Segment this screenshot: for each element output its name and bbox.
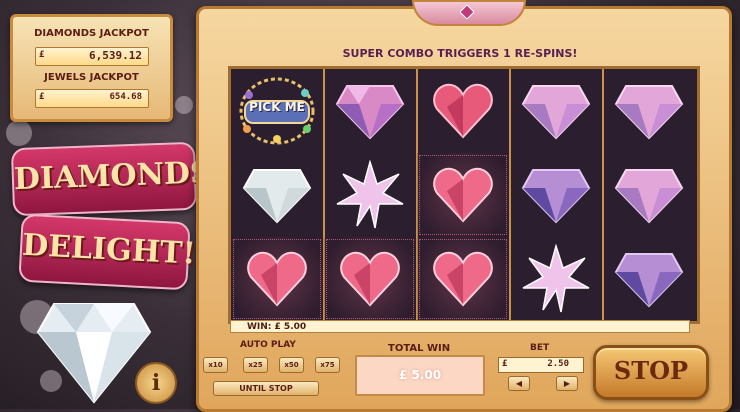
pink-diamond-icon <box>614 85 684 140</box>
reel-cell <box>510 237 602 321</box>
currency-symbol: £ <box>502 359 508 369</box>
purple-diamond-icon <box>614 253 684 308</box>
background-sparkle <box>175 96 193 114</box>
crown-gem-icon <box>460 5 474 19</box>
reel-cell <box>603 69 695 153</box>
bet-value: 2.50 <box>547 359 569 369</box>
logo-title-line1: DIAMONDS <box>13 155 213 198</box>
autoplay-x75-button[interactable]: x75 <box>315 357 340 373</box>
reel-cell-winning <box>231 237 323 321</box>
large-diamond-icon <box>36 303 152 404</box>
pink-diamond-icon <box>614 169 684 224</box>
red-heart-gem-icon <box>433 251 493 307</box>
total-win-value: £ 5.00 <box>355 355 485 396</box>
reel-cell <box>417 69 509 153</box>
purple-diamond-icon <box>521 169 591 224</box>
reel-cell <box>510 69 602 153</box>
autoplay-until-stop-button[interactable]: UNTIL STOP <box>213 381 319 396</box>
reel-cell <box>603 237 695 321</box>
pink-diamond-icon <box>521 85 591 140</box>
reel-cell <box>510 153 602 237</box>
reel-cell <box>324 69 416 153</box>
jackpot-panel: DIAMONDS JACKPOT £ 6,539.12 JEWELS JACKP… <box>10 14 173 122</box>
bet-decrease-button[interactable]: ◀ <box>508 376 530 391</box>
chevron-right-icon: ▶ <box>563 379 571 388</box>
currency-symbol: £ <box>39 92 45 102</box>
reels-grid: PICK ME <box>228 66 700 324</box>
red-heart-gem-icon <box>247 251 307 307</box>
info-button[interactable]: i <box>135 362 177 404</box>
reel-cell <box>603 153 695 237</box>
background-sparkle <box>6 120 32 146</box>
pick-me-label: PICK ME <box>249 100 305 114</box>
jewels-jackpot-label: JEWELS JACKPOT <box>44 72 139 83</box>
chevron-left-icon: ◀ <box>515 379 523 388</box>
logo-ribbon-top: DIAMONDS <box>10 141 213 217</box>
logo-title-line2: DELIGHT! <box>21 227 197 272</box>
diamonds-jackpot-label: DIAMONDS JACKPOT <box>34 28 149 39</box>
red-heart-gem-icon <box>433 83 493 139</box>
reel-cell <box>231 153 323 237</box>
autoplay-label: AUTO PLAY <box>240 340 296 350</box>
diamonds-jackpot-value-box: £ 6,539.12 <box>35 47 149 66</box>
star-gem-icon <box>522 244 590 313</box>
reel-cell-pick-me[interactable]: PICK ME <box>231 69 323 153</box>
star-gem-icon <box>336 160 404 229</box>
promo-banner: SUPER COMBO TRIGGERS 1 RE-SPINS! <box>342 47 578 60</box>
frame-crown-ornament <box>412 0 526 26</box>
jewels-jackpot-value-box: £ 654.68 <box>35 89 149 108</box>
red-heart-gem-icon <box>340 251 400 307</box>
red-heart-gem-icon <box>433 167 493 223</box>
autoplay-x50-button[interactable]: x50 <box>279 357 304 373</box>
diamonds-jackpot-value: 6,539.12 <box>89 49 142 62</box>
bet-value-box: £ 2.50 <box>498 357 584 373</box>
stop-button[interactable]: STOP <box>593 345 709 400</box>
bet-increase-button[interactable]: ▶ <box>556 376 578 391</box>
bet-label: BET <box>530 343 550 353</box>
total-win-label: TOTAL WIN <box>388 343 451 354</box>
reel-cell-winning <box>417 153 509 237</box>
reel-cell-winning <box>324 237 416 321</box>
reel-cell <box>324 153 416 237</box>
autoplay-x25-button[interactable]: x25 <box>243 357 268 373</box>
reel-cell-winning <box>417 237 509 321</box>
win-line-display: WIN: £ 5.00 <box>230 320 690 333</box>
pink-diamond-icon <box>335 85 405 140</box>
jewels-jackpot-value: 654.68 <box>109 92 142 102</box>
white-diamond-icon <box>242 169 312 224</box>
currency-symbol: £ <box>39 50 45 60</box>
autoplay-x10-button[interactable]: x10 <box>203 357 228 373</box>
logo-ribbon-bottom: DELIGHT! <box>18 213 197 291</box>
